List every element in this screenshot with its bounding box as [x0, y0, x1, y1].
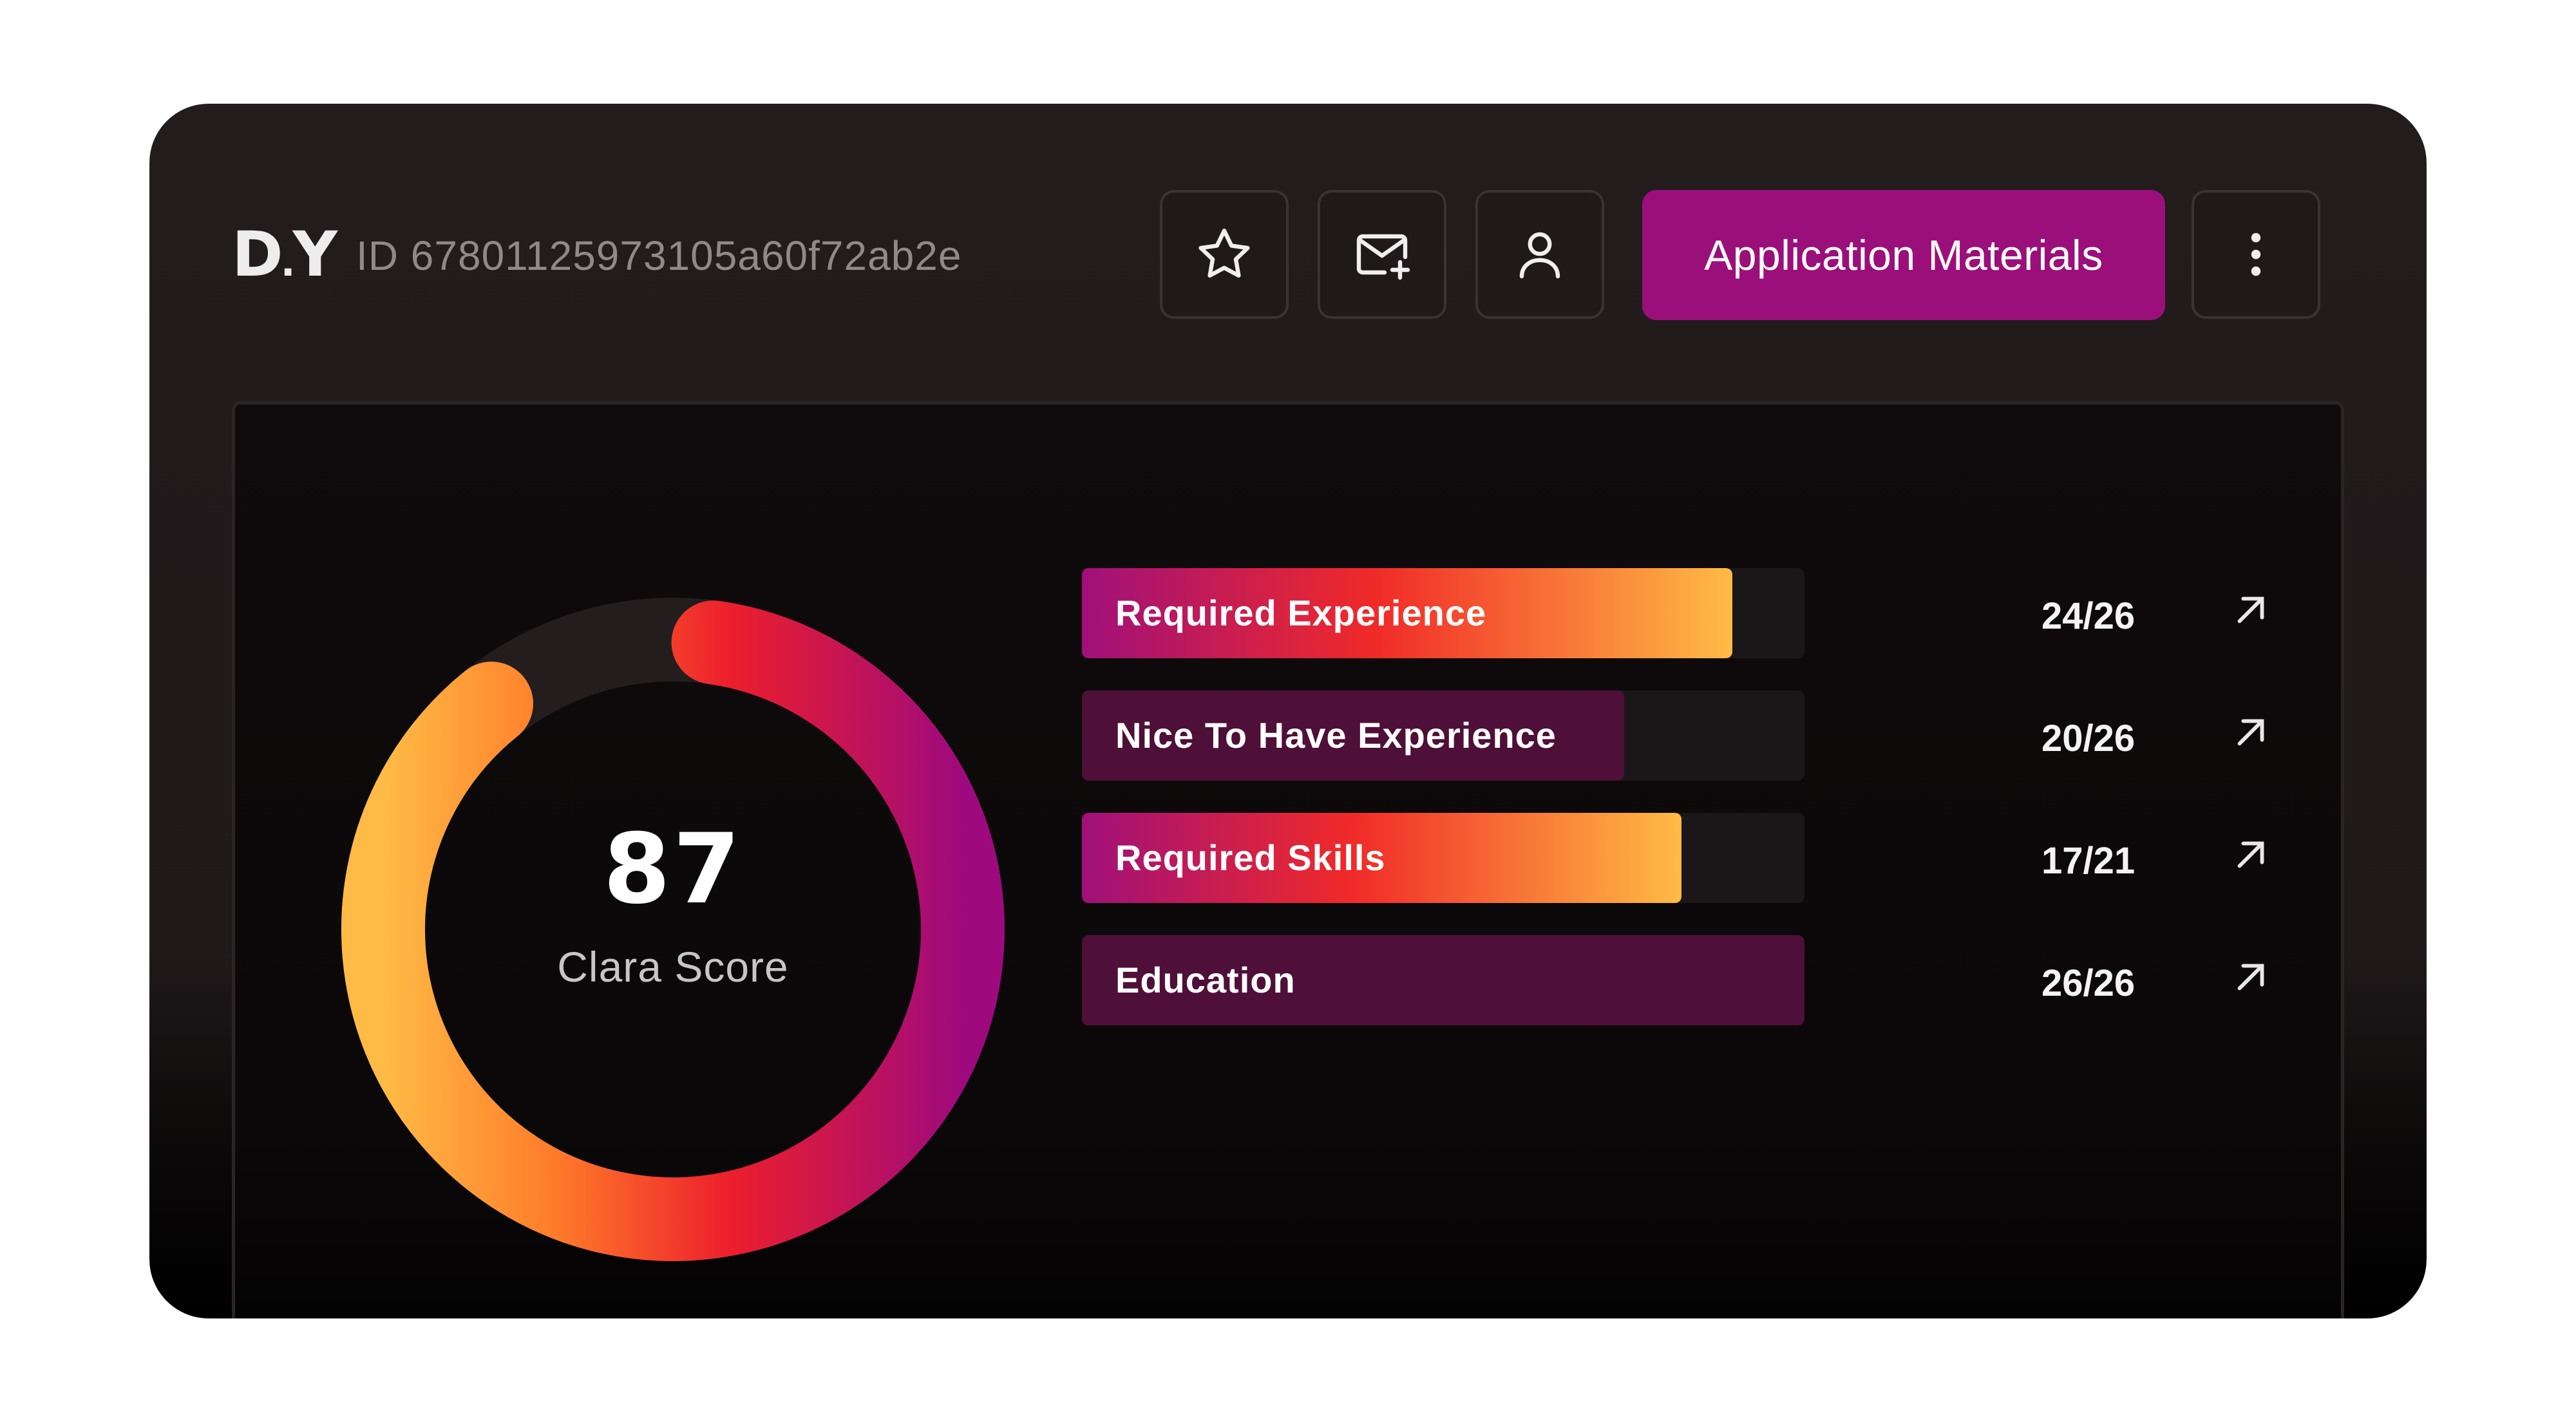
metric-label: Nice To Have Experience — [1115, 715, 1557, 756]
metric-required-skills[interactable]: Required Skills 17/21 — [1082, 813, 2427, 903]
score-panel: 87 Clara Score Required Experience 24/26… — [232, 401, 2344, 1318]
metric-label: Required Experience — [1115, 593, 1487, 633]
arrow-up-right-icon[interactable] — [2228, 587, 2273, 632]
send-message-button[interactable] — [1318, 190, 1446, 319]
score-label: Clara Score — [557, 943, 789, 991]
metric-required-experience[interactable]: Required Experience 24/26 — [1082, 568, 2427, 658]
metric-education[interactable]: Education 26/26 — [1082, 935, 2427, 1025]
metric-label: Required Skills — [1115, 837, 1386, 878]
metric-score: 17/21 — [2041, 840, 2136, 882]
favorite-button[interactable] — [1160, 190, 1289, 319]
clara-score-gauge: 87 Clara Score — [319, 575, 1027, 1284]
arrow-up-right-icon[interactable] — [2228, 710, 2273, 755]
score-ring-fill — [341, 600, 1005, 1262]
application-materials-button[interactable]: Application Materials — [1642, 190, 2165, 320]
star-icon — [1198, 229, 1250, 278]
arrow-up-right-icon[interactable] — [2228, 955, 2273, 1000]
metric-score: 20/26 — [2041, 718, 2136, 759]
metric-nice-to-have-experience[interactable]: Nice To Have Experience 20/26 — [1082, 690, 2427, 781]
score-value: 87 — [603, 813, 743, 926]
user-icon — [1519, 232, 1560, 279]
profile-button[interactable] — [1475, 190, 1604, 319]
metric-label: Education — [1115, 960, 1296, 1000]
metric-score: 24/26 — [2041, 595, 2136, 637]
arrow-up-right-icon[interactable] — [2228, 832, 2273, 877]
metric-score: 26/26 — [2041, 962, 2136, 1004]
more-options-button[interactable] — [2192, 190, 2320, 319]
candidate-card: D.Y ID 67801125973105a60f72ab2e Applicat… — [149, 104, 2427, 1318]
more-vertical-icon — [2251, 233, 2261, 276]
logo: D.Y — [232, 218, 337, 290]
candidate-id: ID 67801125973105a60f72ab2e — [356, 233, 962, 279]
score-ring — [341, 598, 1005, 1262]
mail-plus-icon — [1356, 234, 1410, 280]
